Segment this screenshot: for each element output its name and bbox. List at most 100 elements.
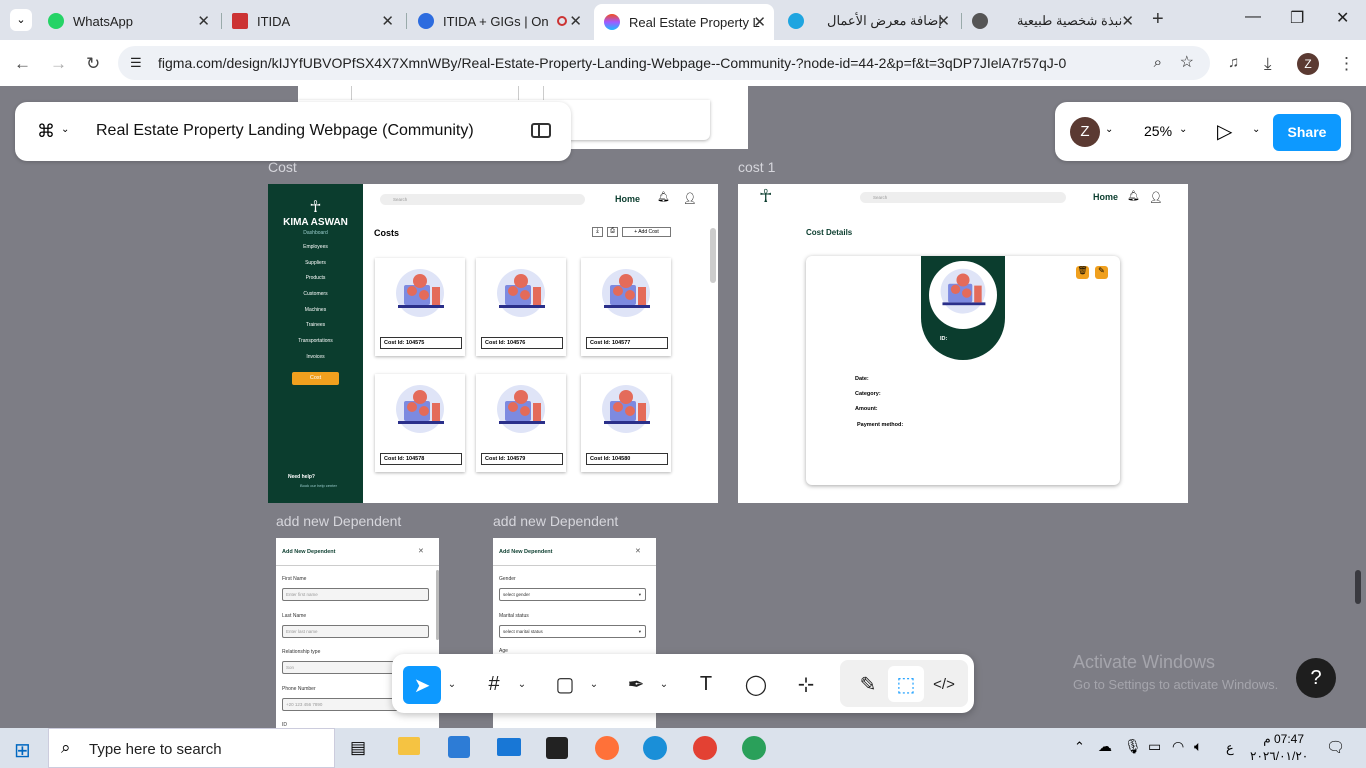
bookmark-star-icon[interactable]: ☆ [1180,46,1194,80]
home-link[interactable]: Home [1093,192,1118,202]
close-tab-icon[interactable]: ✕ [1121,12,1134,30]
draw-mode-icon[interactable]: ✎ [850,666,886,702]
file-explorer-icon[interactable] [398,737,420,755]
sidebar-item-employees[interactable]: Employees [268,240,363,256]
back-icon[interactable]: ← [14,54,31,74]
chevron-down-icon[interactable]: ⌄ [514,666,530,702]
sidebar-item-transportations[interactable]: Transportations [268,334,363,350]
marital-status-select[interactable]: select marital status ▾ [499,625,646,638]
close-tab-icon[interactable]: ✕ [197,12,210,30]
mail-icon[interactable] [497,738,521,756]
download-icon[interactable]: ⤓ [1264,54,1272,74]
first-name-field[interactable]: Enter first name [282,588,429,601]
canvas-scrollbar[interactable] [1355,570,1361,604]
sidebar-item-suppliers[interactable]: Suppliers [268,256,363,272]
frame-tool-icon[interactable]: # [476,666,512,702]
tab-itida[interactable]: ITIDA ✕ [222,6,402,36]
chrome-icon[interactable] [693,736,717,760]
toggle-sidebar-icon[interactable] [531,123,551,138]
close-icon[interactable]: ✕ [418,547,424,555]
microphone-icon[interactable]: 🎙︎ [1124,738,1142,755]
pen-tool-icon[interactable]: ✒ [618,666,654,702]
app-icon[interactable] [546,737,568,759]
cost-card[interactable]: Cost Id: 104579 [476,374,566,472]
home-link[interactable]: Home [615,194,640,204]
gender-select[interactable]: select gender ▾ [499,588,646,601]
cost-card[interactable]: Cost Id: 104577 [581,258,671,356]
clock-date[interactable]: ٢٠٢٦/٠١/٢٠ [1250,749,1308,763]
tab-itida-gigs[interactable]: ITIDA + GIGs | On ✕ [408,6,590,36]
tray-chevron-up-icon[interactable]: ⌃ [1074,739,1085,755]
chevron-down-icon[interactable]: ⌄ [656,666,672,702]
download-icon[interactable]: ⤓ [592,227,603,237]
sidebar-item-trainees[interactable]: Trainees [268,318,363,334]
battery-icon[interactable]: ▭ [1148,738,1161,755]
print-icon[interactable]: ⎙ [607,227,618,237]
sidebar-item-customers[interactable]: Customers [268,287,363,303]
bell-icon[interactable]: 🔔︎ [1127,191,1140,202]
firefox-icon[interactable] [595,736,619,760]
file-title[interactable]: Real Estate Property Landing Webpage (Co… [96,122,474,140]
chevron-down-icon[interactable]: ⌄ [1179,124,1187,135]
restore-icon[interactable]: ❐ [1290,8,1304,28]
chevron-down-icon[interactable]: ⌄ [61,124,69,135]
clock-time[interactable]: 07:47 م [1262,732,1304,746]
move-tool-icon[interactable]: ➤ [403,666,441,704]
close-tab-icon[interactable]: ✕ [381,12,394,30]
tab-figma[interactable]: Real Estate Property L ✕ [594,4,774,40]
tab-whatsapp[interactable]: WhatsApp ✕ [38,6,218,36]
user-icon[interactable]: 👤︎ [683,192,697,205]
search-input[interactable]: Search [380,194,585,205]
sidebar-item-machines[interactable]: Machines [268,303,363,319]
tab-mostaql[interactable]: إضافة معرض الأعمال ✕ [778,6,958,36]
notification-icon[interactable]: 🗨︎ [1326,738,1345,756]
chevron-down-icon[interactable]: ⌄ [586,666,602,702]
chevron-down-icon[interactable]: ⌄ [1105,124,1113,135]
help-link[interactable]: Book our help center [300,483,337,488]
reload-icon[interactable]: ↻ [86,54,100,74]
present-play-icon[interactable]: ▷ [1217,119,1232,144]
add-cost-button[interactable]: + Add Cost [622,227,671,237]
figma-canvas[interactable]: Cost cost 1 ☥ KIMA ASWAN Dashboard Emplo… [0,86,1366,728]
frame-label-dependent-1[interactable]: add new Dependent [276,513,401,529]
frame-scrollbar[interactable] [710,228,716,283]
actions-tool-icon[interactable]: ⊹ [788,666,824,702]
wifi-icon[interactable]: ◠ [1172,738,1184,755]
chevron-down-icon[interactable]: ⌄ [1252,124,1260,135]
browser-menu-icon[interactable]: ⋮ [1338,54,1355,74]
bell-icon[interactable]: 🔔︎ [657,192,670,203]
last-name-field[interactable]: Enter last name [282,625,429,638]
cost-card[interactable]: Cost Id: 104576 [476,258,566,356]
sidebar-cost-button[interactable]: Cost [292,371,339,385]
windows-start-icon[interactable]: ⊞ [14,738,31,763]
cost-details-frame[interactable]: ☥ Search Home 🔔︎ 👤︎ Cost Details ID: 🗑︎ … [738,184,1188,503]
tab-chatgpt[interactable]: نبذة شخصية طبيعية ✕ [962,6,1142,36]
media-controls-icon[interactable]: ♫ [1228,54,1239,71]
microsoft-store-icon[interactable] [448,736,470,758]
network-cloud-icon[interactable]: ☁ [1098,738,1112,755]
forward-icon[interactable]: → [50,54,67,74]
chrome-profile-icon[interactable] [742,736,766,760]
text-tool-icon[interactable]: T [688,666,724,702]
tab-search-icon[interactable]: ⌄ [10,9,32,31]
edit-icon[interactable]: ✎ [1095,266,1108,279]
delete-icon[interactable]: 🗑︎ [1076,266,1089,279]
close-window-icon[interactable]: ✕ [1336,8,1349,28]
figma-main-menu-icon[interactable]: ⌘ [37,121,55,142]
comment-tool-icon[interactable]: ◯ [738,666,774,702]
volume-icon[interactable]: 🔈︎ [1194,738,1202,755]
close-icon[interactable]: ✕ [635,547,641,555]
share-button[interactable]: Share [1273,114,1341,151]
close-tab-icon[interactable]: ✕ [753,13,766,31]
cost-card[interactable]: Cost Id: 104575 [375,258,465,356]
site-settings-icon[interactable]: ☰ [130,46,142,80]
new-tab-icon[interactable]: + [1152,8,1164,31]
close-tab-icon[interactable]: ✕ [569,12,582,30]
zoom-level[interactable]: 25% [1144,123,1172,139]
help-button[interactable]: ? [1296,658,1336,698]
task-view-icon[interactable]: ▤ [350,738,366,758]
url-bar[interactable]: ☰ figma.com/design/kIJYfUBVOPfSX4X7XmnWB… [118,46,1210,80]
search-input[interactable]: Search [860,192,1066,203]
minimize-icon[interactable]: — [1245,8,1261,26]
frame-label-cost[interactable]: Cost [268,159,297,175]
